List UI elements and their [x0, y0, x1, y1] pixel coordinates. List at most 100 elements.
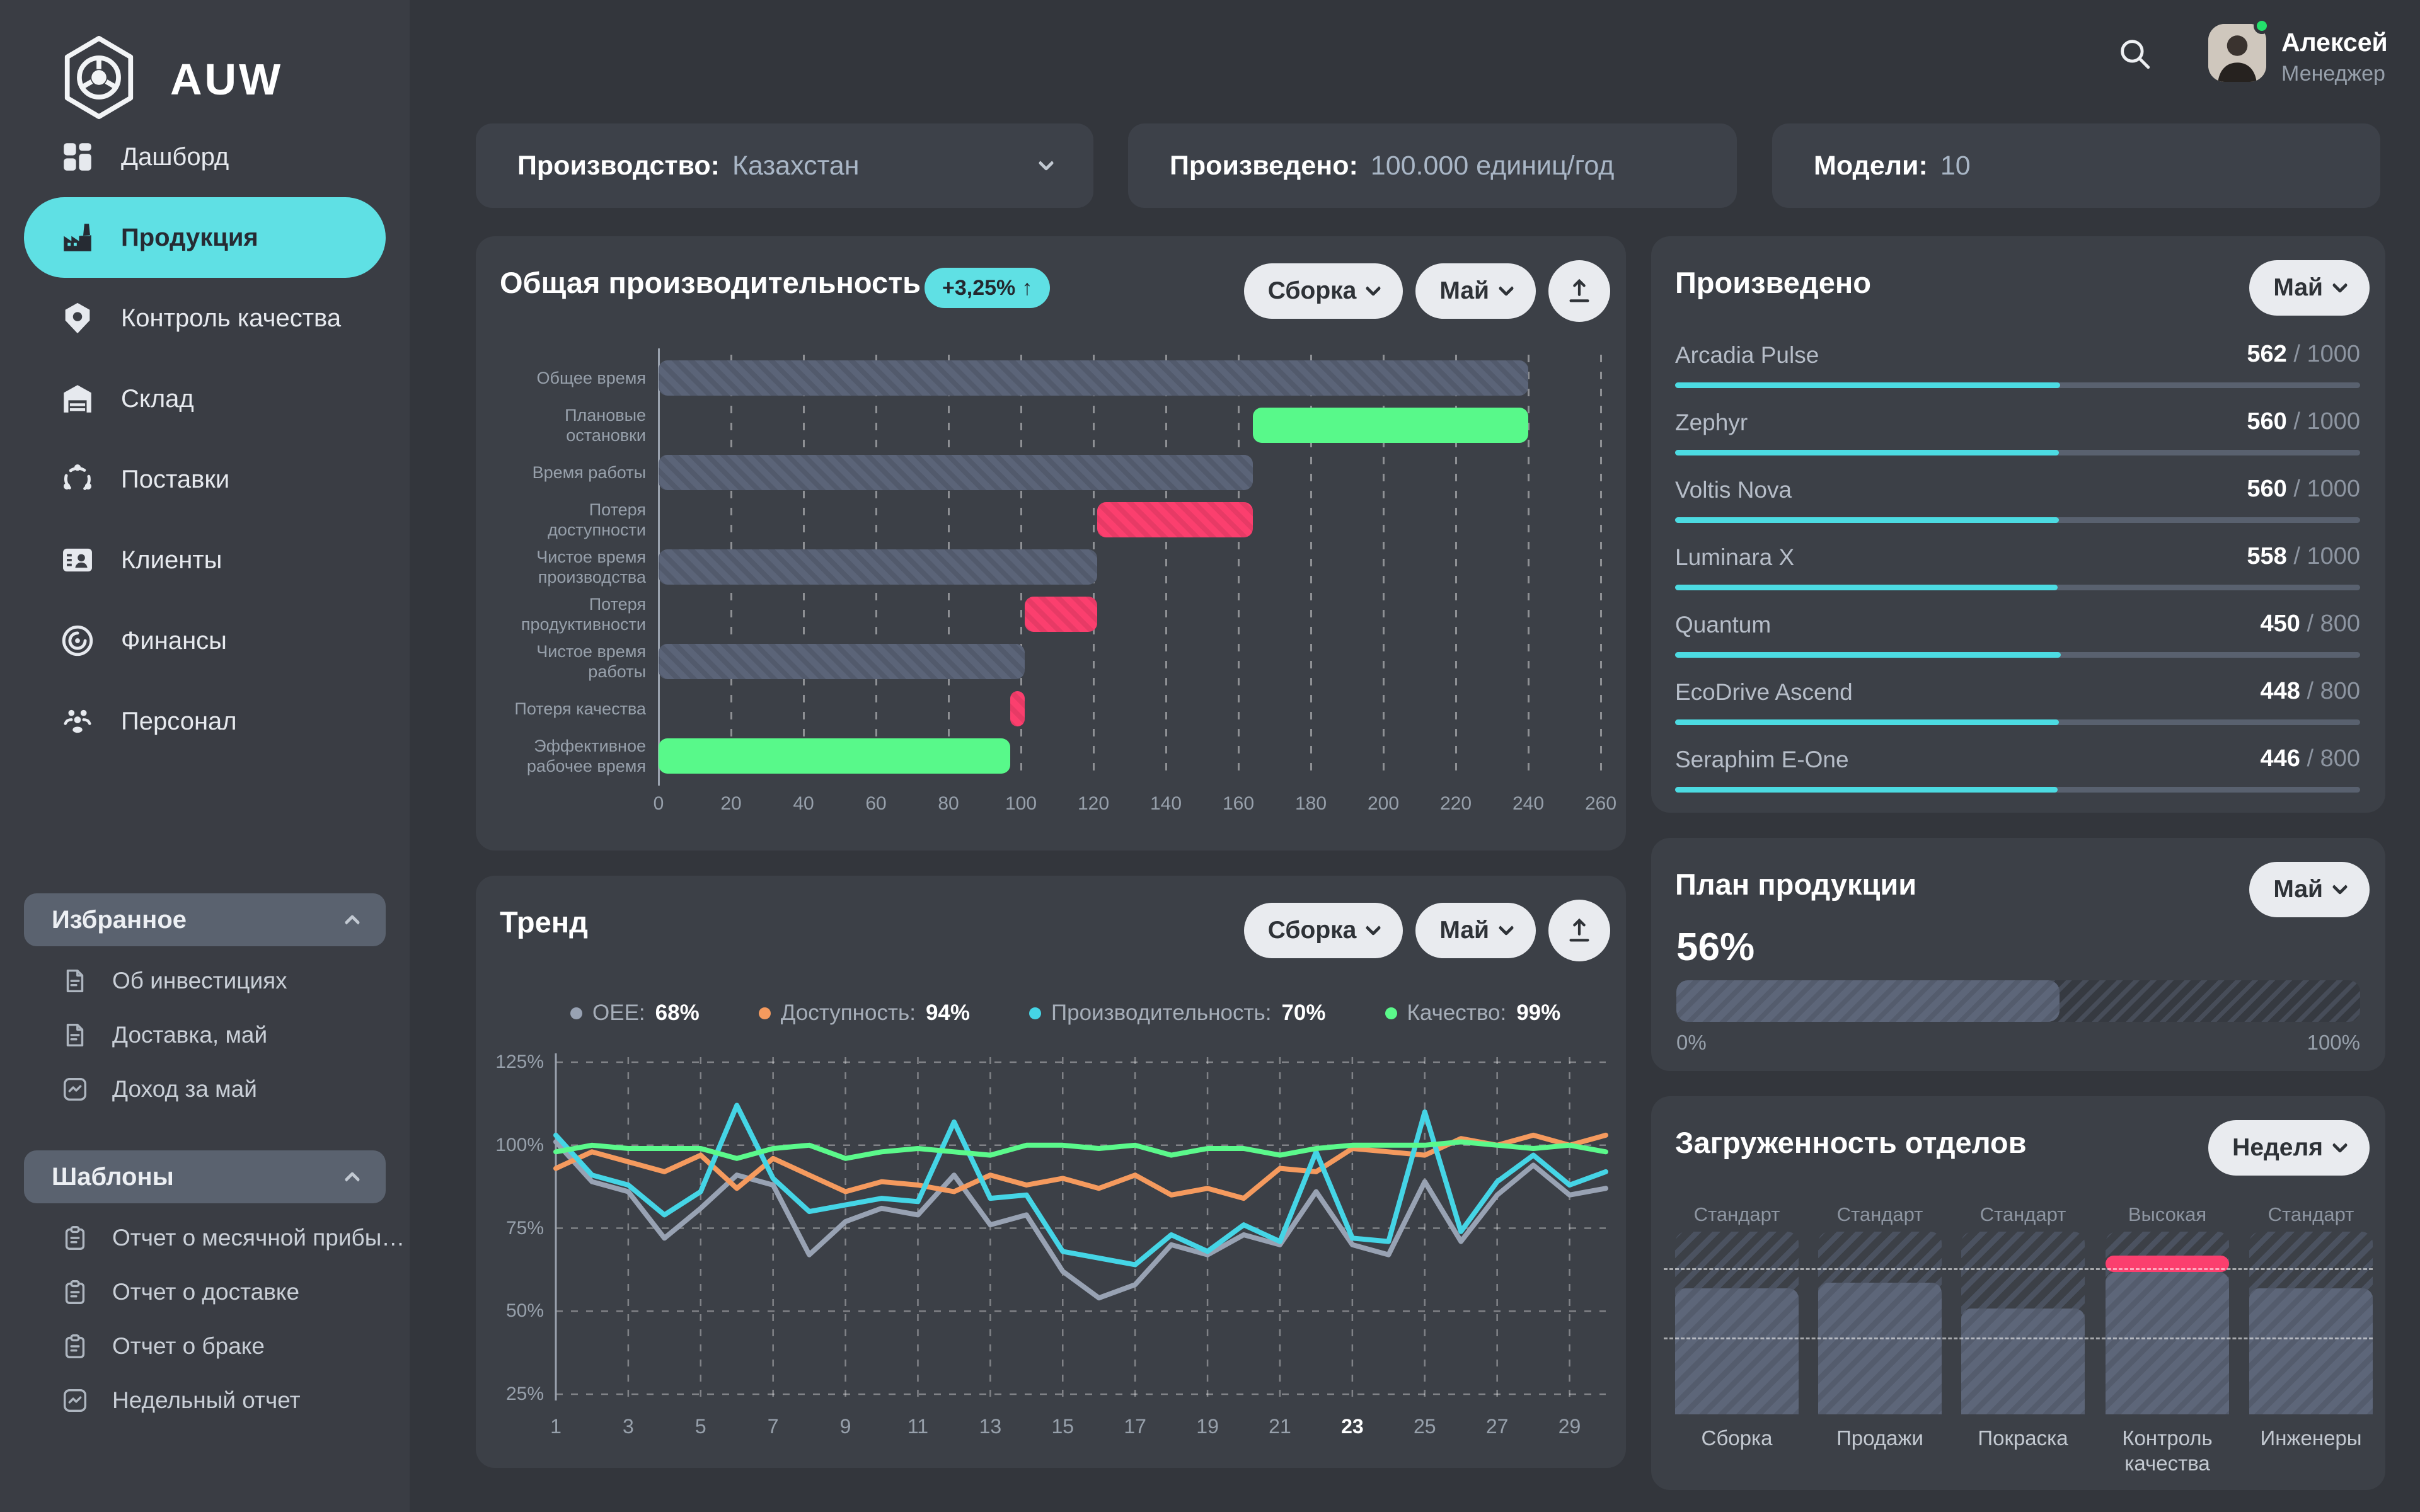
sidebar-item-finance-coin[interactable]: Финансы: [0, 600, 410, 681]
waterfall-bar: [1253, 408, 1528, 443]
waterfall-row-label: Чистое время работы: [488, 638, 646, 685]
waterfall-row-label: Потеря качества: [488, 685, 646, 732]
product-name: Arcadia Pulse: [1675, 342, 1819, 369]
product-made: 560: [2247, 476, 2286, 502]
finance-coin-icon: [59, 622, 96, 659]
legend-value: 70%: [1281, 1000, 1325, 1026]
product-value: 448 / 800: [2261, 678, 2360, 705]
department-level-label: Стандарт: [2235, 1203, 2387, 1226]
sidebar-item-quality-shield[interactable]: Контроль качества: [0, 278, 410, 358]
user-role: Менеджер: [2281, 62, 2388, 86]
waterfall-bar: [1010, 691, 1025, 726]
product-total: / 1000: [2287, 408, 2360, 435]
sidebar-item-supply-network[interactable]: Поставки: [0, 439, 410, 520]
waterfall-bar: [659, 455, 1253, 490]
sidebar-nav: ДашбордПродукция Контроль качества СкладПо…: [0, 117, 410, 762]
sidebar-item-dashboard-grid[interactable]: Дашборд: [0, 117, 410, 197]
legend-dot: [1029, 1007, 1041, 1019]
x-tick-label: 7: [748, 1415, 798, 1438]
legend-value: 68%: [655, 1000, 700, 1026]
product-made: 450: [2261, 610, 2300, 637]
month-filter-dropdown[interactable]: Май: [2249, 862, 2370, 917]
product-progress-fill: [1675, 450, 2059, 455]
load-panel-controls: Неделя: [2208, 1120, 2370, 1176]
chip-value: Казахстан: [732, 151, 860, 181]
clipboard-icon: [60, 1278, 89, 1307]
sidebar-item-factory[interactable]: Продукция: [24, 197, 386, 278]
chevron-down-icon: [2332, 879, 2348, 895]
x-tick-label: 1: [531, 1415, 581, 1438]
product-name: Quantum: [1675, 612, 1771, 638]
legend-item[interactable]: Доступность:94%: [759, 1000, 970, 1026]
plan-min-label: 0%: [1676, 1031, 1707, 1055]
department-name-label: Продажи: [1804, 1426, 1956, 1451]
favorite-item[interactable]: Об инвестициях: [0, 954, 410, 1008]
export-button[interactable]: [1548, 900, 1610, 961]
product-total: / 1000: [2287, 543, 2360, 570]
chip-label: Модели:: [1814, 151, 1928, 181]
x-tick-label: 3: [603, 1415, 654, 1438]
dropdown-label: Май: [2273, 274, 2323, 302]
sidebar-item-warehouse[interactable]: Склад: [0, 358, 410, 439]
dropdown-label: Май: [1439, 917, 1489, 944]
product-progress-fill: [1675, 719, 2059, 725]
produced-row: Zephyr560 / 1000: [1675, 399, 2360, 467]
online-status-dot: [2254, 18, 2270, 34]
product-value: 446 / 800: [2261, 745, 2360, 772]
chevron-down-icon: [1366, 920, 1381, 936]
product-progress-track: [1675, 652, 2360, 658]
sidebar-item-label: Контроль качества: [121, 304, 341, 333]
trend-panel-controls: Сборка Май: [1244, 900, 1610, 961]
logo[interactable]: AUW: [54, 33, 283, 125]
dropdown-label: Сборка: [1268, 277, 1357, 305]
department-name-label: Инженеры: [2235, 1426, 2387, 1451]
template-item[interactable]: Недельный отчет: [0, 1373, 410, 1428]
sidebar-item-staff-people[interactable]: Персонал: [0, 681, 410, 762]
legend-value: 99%: [1516, 1000, 1560, 1026]
dropdown-label: Май: [2273, 876, 2323, 903]
department-name-label: Контроль качества: [2092, 1426, 2243, 1476]
template-item[interactable]: Отчет о месячной прибы…: [0, 1211, 410, 1265]
month-filter-dropdown[interactable]: Май: [1415, 263, 1536, 319]
templates-section-header[interactable]: Шаблоны: [24, 1150, 386, 1203]
legend-item[interactable]: OEE:68%: [570, 1000, 700, 1026]
department-level-label: Стандарт: [1661, 1203, 1812, 1226]
staff-people-icon: [59, 703, 96, 740]
produced-panel: Произведено Май Arcadia Pulse562 / 1000Z…: [1651, 236, 2385, 813]
favorite-item[interactable]: Доход за май: [0, 1062, 410, 1116]
favorites-section-header[interactable]: Избранное: [24, 893, 386, 946]
template-item-label: Отчет о доставке: [112, 1279, 299, 1305]
template-item[interactable]: Отчет о доставке: [0, 1265, 410, 1319]
produced-row: Arcadia Pulse562 / 1000: [1675, 332, 2360, 399]
department-load-fill: [1818, 1283, 1942, 1414]
x-tick-label: 160: [1210, 793, 1267, 815]
chip-produced: Произведено: 100.000 единиц/год: [1128, 123, 1737, 208]
template-item[interactable]: Отчет о браке: [0, 1319, 410, 1373]
template-item-label: Недельный отчет: [112, 1387, 301, 1414]
produced-row: EcoDrive Ascend448 / 800: [1675, 669, 2360, 736]
clients-card-icon: [59, 542, 96, 578]
product-total: / 800: [2300, 678, 2360, 704]
waterfall-bar: [659, 549, 1097, 585]
y-tick-label: 50%: [481, 1300, 544, 1322]
department-level-label: Стандарт: [1947, 1203, 2099, 1226]
week-filter-dropdown[interactable]: Неделя: [2208, 1120, 2370, 1176]
month-filter-dropdown[interactable]: Май: [1415, 903, 1536, 958]
legend-item[interactable]: Качество:99%: [1385, 1000, 1561, 1026]
month-filter-dropdown[interactable]: Май: [2249, 260, 2370, 316]
gridline: [1600, 355, 1602, 779]
sidebar-item-clients-card[interactable]: Клиенты: [0, 520, 410, 600]
chip-production[interactable]: Производство: Казахстан: [476, 123, 1093, 208]
export-button[interactable]: [1548, 260, 1610, 322]
legend-item[interactable]: Производительность:70%: [1029, 1000, 1326, 1026]
assembly-filter-dropdown[interactable]: Сборка: [1244, 263, 1403, 319]
search-button[interactable]: [2112, 32, 2157, 76]
assembly-filter-dropdown[interactable]: Сборка: [1244, 903, 1403, 958]
legend-value: 94%: [926, 1000, 970, 1026]
department-column: [2249, 1232, 2373, 1414]
doc-icon: [60, 966, 89, 995]
plan-percent: 56%: [1676, 925, 1754, 970]
favorite-item[interactable]: Доставка, май: [0, 1008, 410, 1062]
x-tick-label: 17: [1110, 1415, 1160, 1438]
warehouse-icon: [59, 381, 96, 417]
